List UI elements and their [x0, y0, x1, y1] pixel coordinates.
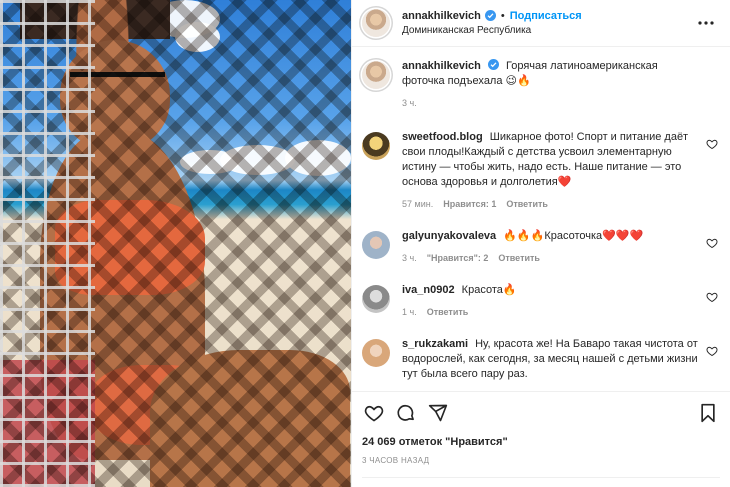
comment-icon[interactable]: [394, 401, 418, 425]
caption-emoji: 😉🔥: [505, 75, 531, 87]
comment-username[interactable]: galyunyakovaleva: [402, 230, 496, 242]
reply-button[interactable]: Ответить: [427, 307, 469, 317]
add-comment-bar[interactable]: [362, 477, 720, 487]
post-photo[interactable]: [0, 0, 351, 487]
like-comment-heart-icon[interactable]: [706, 291, 718, 303]
comment-item: iva_n0902 Красота🔥 1 ч. Ответить: [362, 283, 720, 317]
commenter-avatar[interactable]: [362, 339, 390, 367]
comment-item: s_rukzakami Ну, красота же! На Баваро та…: [362, 337, 720, 382]
comment-time[interactable]: 3 ч.: [402, 253, 417, 263]
post-actions: 24 069 отметок "Нравится" 3 ЧАСОВ НАЗАД: [352, 391, 730, 465]
comment-likes[interactable]: Нравится: 1: [443, 199, 496, 209]
comment-time[interactable]: 1 ч.: [402, 307, 417, 317]
comment-text: Красоточка: [544, 230, 603, 242]
heart-icon[interactable]: [362, 401, 386, 425]
reply-button[interactable]: Ответить: [506, 199, 548, 209]
more-icon[interactable]: [694, 11, 718, 35]
comment-likes[interactable]: "Нравится": 2: [427, 253, 489, 263]
comment-text: Красота: [461, 284, 503, 296]
post-caption: annakhilkevich Горячая латиноамериканска…: [362, 59, 720, 108]
like-comment-heart-icon[interactable]: [706, 237, 718, 249]
comments-list[interactable]: annakhilkevich Горячая латиноамериканска…: [352, 47, 730, 391]
caption-username[interactable]: annakhilkevich: [402, 60, 481, 72]
bookmark-icon[interactable]: [696, 401, 720, 425]
like-comment-heart-icon[interactable]: [706, 345, 718, 357]
verified-icon: [487, 59, 499, 70]
caption-time[interactable]: 3 ч.: [402, 98, 417, 108]
header-separator: •: [500, 9, 505, 22]
follow-button[interactable]: Подписаться: [510, 9, 582, 23]
post-sidebar: annakhilkevich • Подписаться Доминиканск…: [351, 0, 730, 487]
comment-item: galyunyakovaleva 🔥🔥🔥Красоточка❤️❤️❤️ 3 ч…: [362, 229, 720, 263]
comment-emoji: 🔥: [502, 284, 517, 296]
like-comment-heart-icon[interactable]: [706, 138, 718, 150]
comment-emoji: ❤️: [557, 176, 572, 188]
author-avatar[interactable]: [362, 9, 390, 37]
post-header: annakhilkevich • Подписаться Доминиканск…: [352, 0, 730, 47]
comment-username[interactable]: sweetfood.blog: [402, 131, 483, 143]
comment-time[interactable]: 57 мин.: [402, 199, 433, 209]
author-username[interactable]: annakhilkevich: [402, 9, 481, 23]
reply-button[interactable]: Ответить: [498, 253, 540, 263]
action-icons: [362, 398, 720, 428]
comment-emoji-prefix: 🔥🔥🔥: [503, 230, 545, 242]
likes-count[interactable]: 24 069 отметок "Нравится": [362, 436, 720, 448]
share-icon[interactable]: [426, 401, 450, 425]
commenter-avatar[interactable]: [362, 285, 390, 313]
commenter-avatar[interactable]: [362, 231, 390, 259]
comment-emoji: ❤️❤️❤️: [602, 230, 644, 242]
verified-icon: [484, 10, 496, 21]
comment-username[interactable]: s_rukzakami: [402, 338, 468, 350]
comment-username[interactable]: iva_n0902: [402, 284, 455, 296]
commenter-avatar[interactable]: [362, 132, 390, 160]
comment-item: sweetfood.blog Шикарное фото! Спорт и пи…: [362, 130, 720, 209]
post-location[interactable]: Доминиканская Республика: [402, 24, 582, 38]
caption-avatar[interactable]: [362, 61, 390, 89]
post-timestamp[interactable]: 3 ЧАСОВ НАЗАД: [362, 456, 720, 465]
instagram-post: annakhilkevich • Подписаться Доминиканск…: [0, 0, 730, 487]
